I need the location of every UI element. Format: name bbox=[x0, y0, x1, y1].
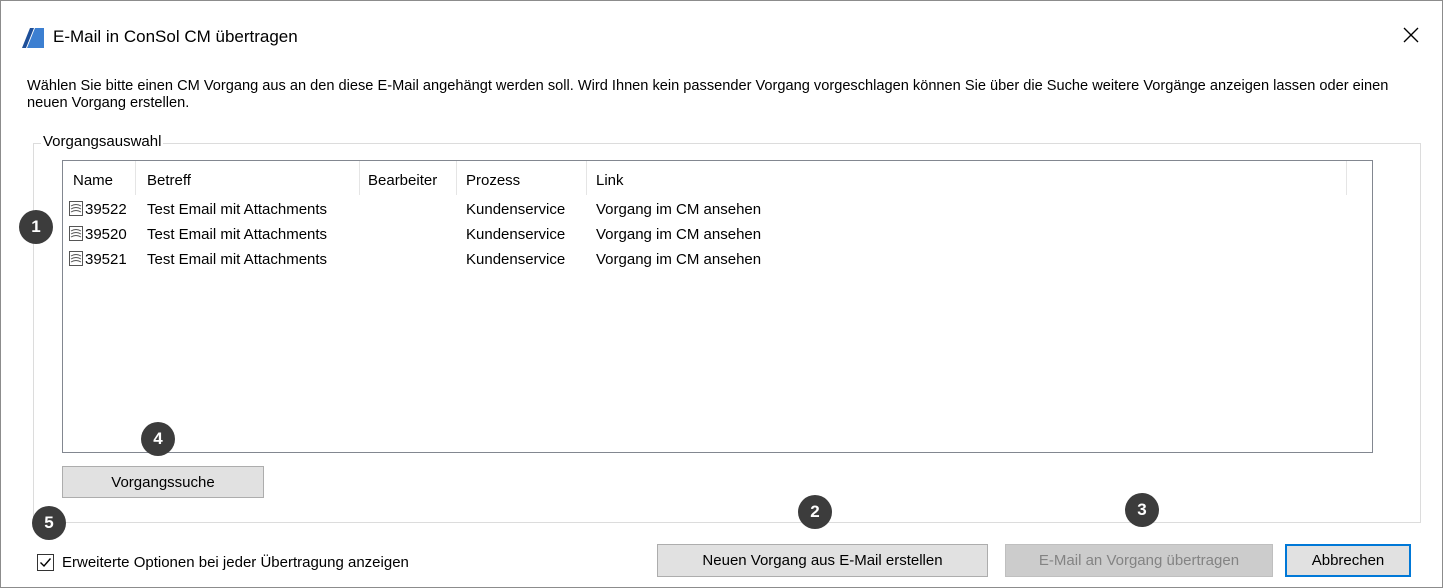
table-row[interactable]: 39522 Test Email mit Attachments Kundens… bbox=[63, 197, 1372, 221]
row-betreff: Test Email mit Attachments bbox=[147, 226, 328, 243]
column-divider[interactable] bbox=[135, 161, 136, 195]
search-tickets-button[interactable]: Vorgangssuche bbox=[62, 466, 264, 498]
checkmark-icon bbox=[40, 558, 52, 568]
intro-text: Wählen Sie bitte einen CM Vorgang aus an… bbox=[27, 78, 1389, 111]
close-button[interactable] bbox=[1397, 21, 1425, 49]
column-divider[interactable] bbox=[586, 161, 587, 195]
callout-badge-3: 3 bbox=[1125, 493, 1159, 527]
consol-logo-icon bbox=[22, 28, 44, 48]
ticket-icon bbox=[69, 201, 83, 216]
column-header-prozess[interactable]: Prozess bbox=[466, 172, 520, 189]
extended-options-checkbox[interactable] bbox=[37, 554, 54, 571]
table-row[interactable]: 39521 Test Email mit Attachments Kundens… bbox=[63, 247, 1372, 271]
cancel-button[interactable]: Abbrechen bbox=[1285, 544, 1411, 577]
column-header-betreff[interactable]: Betreff bbox=[147, 172, 191, 189]
row-name: 39522 bbox=[85, 201, 127, 218]
callout-badge-2: 2 bbox=[798, 495, 832, 529]
row-betreff: Test Email mit Attachments bbox=[147, 201, 328, 218]
row-prozess: Kundenservice bbox=[466, 201, 566, 218]
selection-group-label: Vorgangsauswahl bbox=[41, 133, 164, 150]
callout-badge-1: 1 bbox=[19, 210, 53, 244]
window-title: E-Mail in ConSol CM übertragen bbox=[53, 27, 298, 46]
close-icon bbox=[1403, 27, 1419, 43]
dialog-window: E-Mail in ConSol CM übertragen Wählen Si… bbox=[0, 0, 1443, 588]
column-divider[interactable] bbox=[359, 161, 360, 195]
column-divider[interactable] bbox=[456, 161, 457, 195]
callout-badge-5: 5 bbox=[32, 506, 66, 540]
table-row[interactable]: 39520 Test Email mit Attachments Kundens… bbox=[63, 222, 1372, 246]
ticket-icon bbox=[69, 226, 83, 241]
extended-options-label[interactable]: Erweiterte Optionen bei jeder Übertragun… bbox=[62, 554, 409, 571]
row-prozess: Kundenservice bbox=[466, 251, 566, 268]
column-header-bearbeiter[interactable]: Bearbeiter bbox=[368, 172, 437, 189]
callout-badge-4: 4 bbox=[141, 422, 175, 456]
row-link[interactable]: Vorgang im CM ansehen bbox=[596, 251, 761, 268]
ticket-icon bbox=[69, 251, 83, 266]
transfer-email-button[interactable]: E-Mail an Vorgang übertragen bbox=[1005, 544, 1273, 577]
create-ticket-button[interactable]: Neuen Vorgang aus E-Mail erstellen bbox=[657, 544, 988, 577]
column-header-name[interactable]: Name bbox=[73, 172, 113, 189]
row-name: 39520 bbox=[85, 226, 127, 243]
ticket-list[interactable]: Name Betreff Bearbeiter Prozess Link 395… bbox=[62, 160, 1373, 453]
row-name: 39521 bbox=[85, 251, 127, 268]
row-prozess: Kundenservice bbox=[466, 226, 566, 243]
row-betreff: Test Email mit Attachments bbox=[147, 251, 328, 268]
row-link[interactable]: Vorgang im CM ansehen bbox=[596, 226, 761, 243]
row-link[interactable]: Vorgang im CM ansehen bbox=[596, 201, 761, 218]
column-divider[interactable] bbox=[1346, 161, 1347, 195]
column-header-link[interactable]: Link bbox=[596, 172, 624, 189]
